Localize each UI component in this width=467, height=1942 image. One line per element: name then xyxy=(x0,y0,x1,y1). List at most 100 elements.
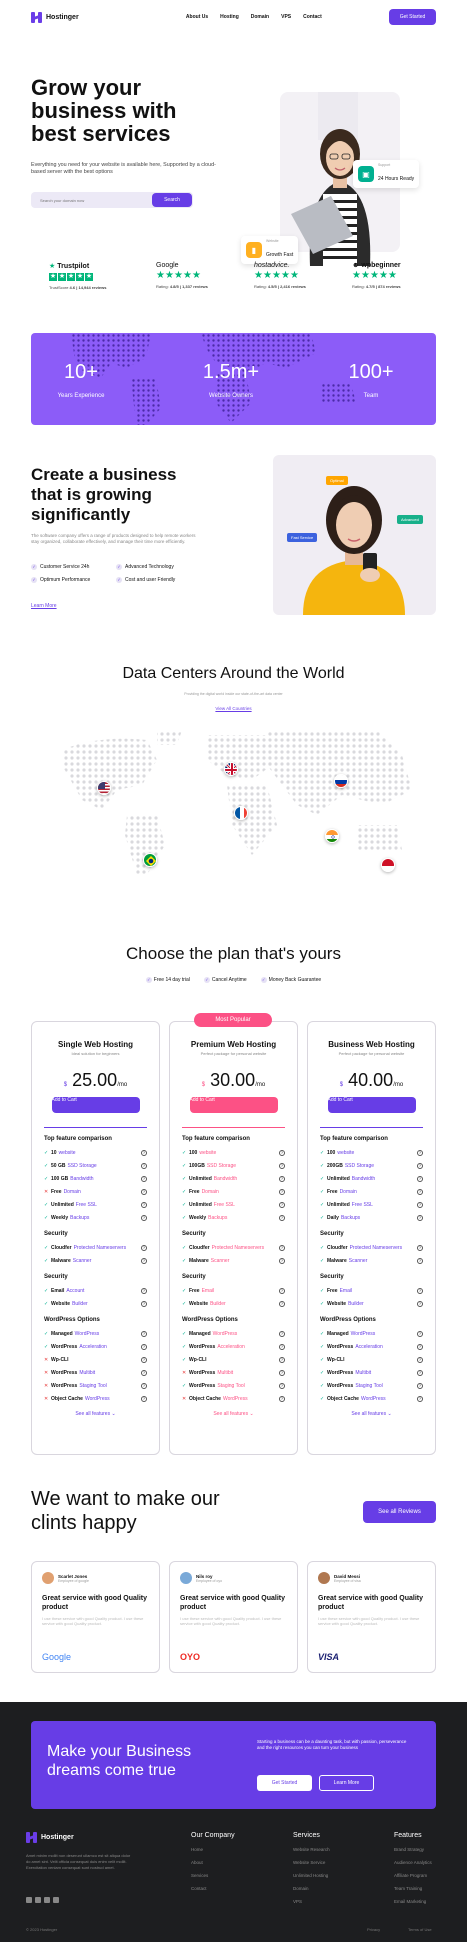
footer-link[interactable]: Home xyxy=(191,1847,235,1852)
help-icon[interactable]: ? xyxy=(141,1188,147,1195)
help-icon[interactable]: ? xyxy=(417,1201,423,1208)
help-icon[interactable]: ? xyxy=(279,1175,285,1182)
footer-link[interactable]: Domain xyxy=(293,1886,330,1891)
view-all-countries-link[interactable]: View All Countries xyxy=(0,706,467,711)
nav-link-vps[interactable]: VPS xyxy=(281,14,291,20)
help-icon[interactable]: ? xyxy=(141,1300,147,1307)
uk-flag-icon[interactable] xyxy=(224,762,238,776)
help-icon[interactable]: ? xyxy=(417,1343,423,1350)
footer-link[interactable]: Affiliate Program xyxy=(394,1873,432,1878)
help-icon[interactable]: ? xyxy=(417,1395,423,1402)
help-icon[interactable]: ? xyxy=(417,1356,423,1363)
footer-logo[interactable]: Hostinger xyxy=(26,1832,74,1843)
help-icon[interactable]: ? xyxy=(279,1201,285,1208)
facebook-icon[interactable] xyxy=(26,1897,32,1903)
help-icon[interactable]: ? xyxy=(417,1149,423,1156)
help-icon[interactable]: ? xyxy=(417,1369,423,1376)
search-button[interactable]: Search xyxy=(152,193,192,207)
add-to-cart-button[interactable]: Add to Cart xyxy=(327,1097,416,1113)
footer-link[interactable]: Audience Analytics xyxy=(394,1860,432,1865)
help-icon[interactable]: ? xyxy=(141,1175,147,1182)
cross-icon: ✕ xyxy=(182,1369,187,1376)
instagram-icon[interactable] xyxy=(53,1897,59,1903)
footer-link[interactable]: Services xyxy=(191,1873,235,1878)
help-icon[interactable]: ? xyxy=(141,1149,147,1156)
footer-link[interactable]: VPS xyxy=(293,1899,330,1904)
help-icon[interactable]: ? xyxy=(417,1175,423,1182)
help-icon[interactable]: ? xyxy=(141,1162,147,1169)
nav-link-contact[interactable]: Contact xyxy=(303,14,322,20)
see-all-features-link[interactable]: See all features ⌄ xyxy=(182,1411,285,1417)
add-to-cart-button[interactable]: Add to Cart xyxy=(51,1097,140,1113)
help-icon[interactable]: ? xyxy=(141,1356,147,1363)
footer-link[interactable]: About xyxy=(191,1860,235,1865)
help-icon[interactable]: ? xyxy=(279,1369,285,1376)
help-icon[interactable]: ? xyxy=(279,1343,285,1350)
help-icon[interactable]: ? xyxy=(417,1300,423,1307)
cta-get-started-button[interactable]: Get Started xyxy=(257,1775,312,1791)
help-icon[interactable]: ? xyxy=(417,1214,423,1221)
help-icon[interactable]: ? xyxy=(417,1257,423,1264)
add-to-cart-button[interactable]: Add to Cart xyxy=(189,1097,278,1113)
help-icon[interactable]: ? xyxy=(141,1343,147,1350)
footer-link[interactable]: Team Training xyxy=(394,1886,432,1891)
help-icon[interactable]: ? xyxy=(141,1257,147,1264)
help-icon[interactable]: ? xyxy=(279,1162,285,1169)
help-icon[interactable]: ? xyxy=(141,1369,147,1376)
logo[interactable]: Hostinger xyxy=(31,11,79,23)
linkedin-icon[interactable] xyxy=(35,1897,41,1903)
get-started-button[interactable]: Get Started xyxy=(389,9,436,25)
brazil-flag-icon[interactable] xyxy=(143,853,157,867)
help-icon[interactable]: ? xyxy=(141,1330,147,1337)
help-icon[interactable]: ? xyxy=(279,1214,285,1221)
help-icon[interactable]: ? xyxy=(279,1149,285,1156)
india-flag-icon[interactable] xyxy=(325,829,339,843)
domain-search-input[interactable] xyxy=(40,197,140,203)
help-icon[interactable]: ? xyxy=(141,1382,147,1389)
russia-flag-icon[interactable] xyxy=(334,774,348,788)
help-icon[interactable]: ? xyxy=(279,1382,285,1389)
twitter-icon[interactable] xyxy=(44,1897,50,1903)
help-icon[interactable]: ? xyxy=(279,1300,285,1307)
cta-learn-more-button[interactable]: Learn More xyxy=(319,1775,374,1791)
help-icon[interactable]: ? xyxy=(417,1287,423,1294)
help-icon[interactable]: ? xyxy=(141,1395,147,1402)
help-icon[interactable]: ? xyxy=(279,1188,285,1195)
us-flag-icon[interactable] xyxy=(97,781,111,795)
rating-stars: ★ ★ ★ ★ ★ xyxy=(352,270,397,281)
nav-link-about[interactable]: About Us xyxy=(186,14,208,20)
nav-link-hosting[interactable]: Hosting xyxy=(220,14,239,20)
footer-link[interactable]: Brand Strategy xyxy=(394,1847,432,1852)
help-icon[interactable]: ? xyxy=(279,1330,285,1337)
learn-more-link[interactable]: Learn More xyxy=(31,603,57,609)
help-icon[interactable]: ? xyxy=(417,1188,423,1195)
see-all-features-link[interactable]: See all features ⌄ xyxy=(44,1411,147,1417)
footer-link[interactable]: Website Research xyxy=(293,1847,330,1852)
privacy-link[interactable]: Privacy xyxy=(367,1927,380,1932)
help-icon[interactable]: ? xyxy=(141,1287,147,1294)
see-all-reviews-button[interactable]: See all Reviews xyxy=(363,1501,436,1523)
footer-link[interactable]: Website Service xyxy=(293,1860,330,1865)
france-flag-icon[interactable] xyxy=(234,806,248,820)
help-icon[interactable]: ? xyxy=(279,1244,285,1251)
help-icon[interactable]: ? xyxy=(417,1382,423,1389)
help-icon[interactable]: ? xyxy=(279,1257,285,1264)
help-icon[interactable]: ? xyxy=(417,1244,423,1251)
help-icon[interactable]: ? xyxy=(141,1201,147,1208)
indonesia-flag-icon[interactable] xyxy=(381,858,395,872)
help-icon[interactable]: ? xyxy=(279,1287,285,1294)
feature-key: Website xyxy=(327,1300,347,1307)
help-icon[interactable]: ? xyxy=(417,1330,423,1337)
terms-link[interactable]: Terms of Use xyxy=(408,1927,432,1932)
help-icon[interactable]: ? xyxy=(417,1162,423,1169)
help-icon[interactable]: ? xyxy=(279,1356,285,1363)
footer-col-title: Services xyxy=(293,1832,320,1839)
help-icon[interactable]: ? xyxy=(141,1214,147,1221)
footer-link[interactable]: Contact xyxy=(191,1886,235,1891)
help-icon[interactable]: ? xyxy=(141,1244,147,1251)
footer-link[interactable]: Email Marketing xyxy=(394,1899,432,1904)
footer-link[interactable]: Unlimited Hosting xyxy=(293,1873,330,1878)
help-icon[interactable]: ? xyxy=(279,1395,285,1402)
see-all-features-link[interactable]: See all features ⌄ xyxy=(320,1411,423,1417)
nav-link-domain[interactable]: Domain xyxy=(251,14,269,20)
